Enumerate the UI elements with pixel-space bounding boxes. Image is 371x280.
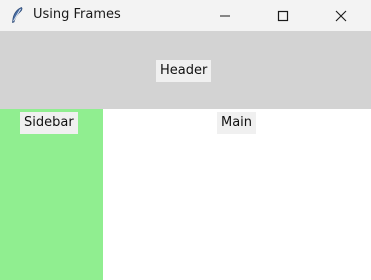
- app-window: Using Frames Header Sidebar Main: [0, 0, 371, 280]
- sidebar-frame: Sidebar: [0, 109, 103, 280]
- main-frame: Main: [103, 109, 371, 280]
- window-title: Using Frames: [33, 7, 121, 22]
- title-bar[interactable]: Using Frames: [0, 0, 371, 31]
- header-label: Header: [156, 60, 212, 82]
- minimize-button[interactable]: [202, 0, 248, 31]
- minimize-icon: [219, 10, 231, 22]
- sidebar-label: Sidebar: [20, 112, 78, 134]
- feather-icon: [8, 6, 26, 24]
- main-label: Main: [217, 112, 257, 134]
- close-icon: [335, 10, 347, 22]
- close-button[interactable]: [318, 0, 364, 31]
- header-frame: Header: [0, 31, 371, 109]
- maximize-icon: [277, 10, 289, 22]
- maximize-button[interactable]: [260, 0, 306, 31]
